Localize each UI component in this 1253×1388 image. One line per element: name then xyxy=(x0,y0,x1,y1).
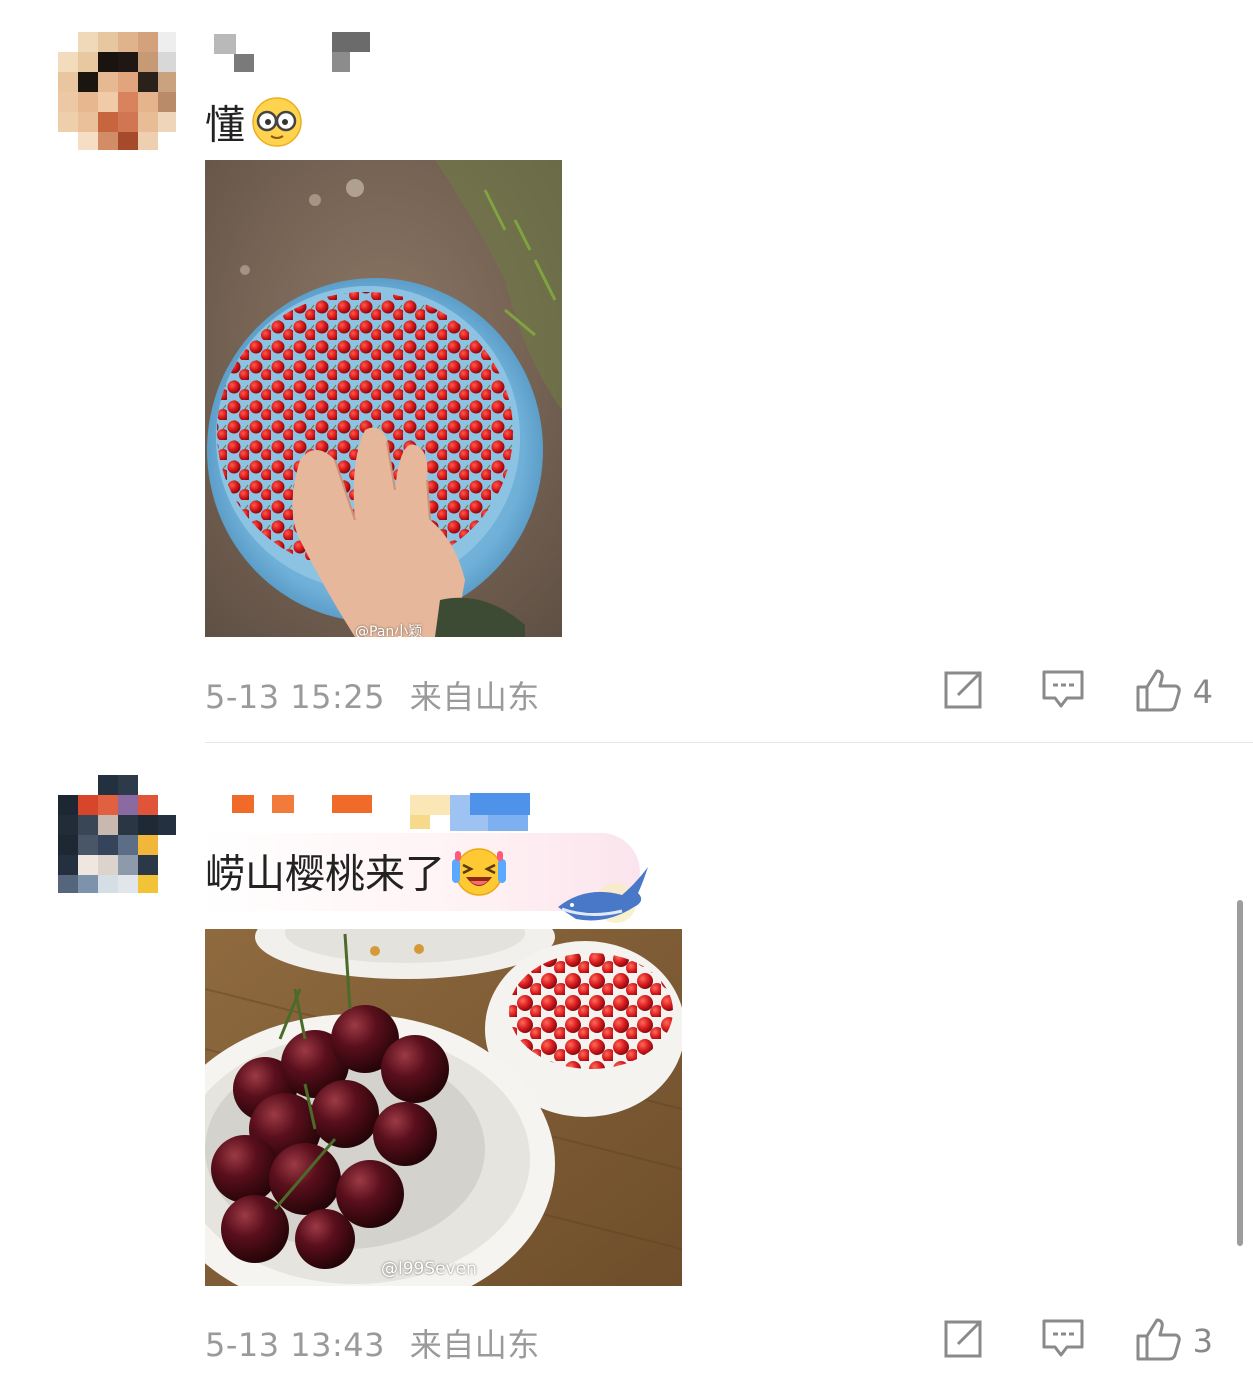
comment-button[interactable] xyxy=(1035,668,1091,716)
comment-meta: 5-13 15:25 来自山东 xyxy=(205,672,540,718)
comment-button[interactable] xyxy=(1035,1317,1091,1365)
comment-actions: 3 xyxy=(891,1317,1213,1365)
comment-text-content: 崂山樱桃来了 xyxy=(205,851,445,898)
repost-icon xyxy=(942,669,984,715)
thumbs-up-icon xyxy=(1135,1316,1183,1366)
comment-time: 5-13 13:43 xyxy=(205,1326,386,1364)
comment-photo[interactable]: @Pan小颖 xyxy=(205,160,562,637)
comment-item: 懂 @Pan小颖 5-13 15:25 来自山东 4 xyxy=(0,0,1253,745)
like-button[interactable]: 3 xyxy=(1135,1317,1213,1365)
like-button[interactable]: 4 xyxy=(1135,668,1213,716)
repost-icon xyxy=(942,1318,984,1364)
nerd-glasses-icon xyxy=(251,96,303,159)
repost-button[interactable] xyxy=(935,668,991,716)
like-count: 3 xyxy=(1192,1322,1213,1360)
comment-text: 懂 xyxy=(205,96,303,159)
comment-text-content: 懂 xyxy=(205,102,245,149)
avatar[interactable] xyxy=(58,775,176,893)
comment-location: 来自山东 xyxy=(409,678,540,716)
repost-button[interactable] xyxy=(935,1317,991,1365)
laughing-tears-icon xyxy=(451,845,507,908)
comment-text: 崂山樱桃来了 xyxy=(205,845,507,908)
whale-decoration-icon xyxy=(556,863,652,933)
scrollbar[interactable] xyxy=(1237,900,1243,1246)
photo-watermark: @l99Seven xyxy=(381,1259,477,1279)
comment-time: 5-13 15:25 xyxy=(205,678,386,716)
comment-item: 崂山樱桃来了 @l99Seven 5-13 13:43 来自山东 3 xyxy=(0,745,1253,1388)
comment-actions: 4 xyxy=(891,668,1213,716)
comment-icon xyxy=(1041,669,1085,715)
comment-photo[interactable]: @l99Seven xyxy=(205,929,682,1286)
comment-location: 来自山东 xyxy=(409,1326,540,1364)
like-count: 4 xyxy=(1192,673,1213,711)
comment-divider xyxy=(205,742,1253,743)
avatar[interactable] xyxy=(58,32,176,150)
photo-watermark: @Pan小颖 xyxy=(355,624,423,637)
comment-meta: 5-13 13:43 来自山东 xyxy=(205,1320,540,1366)
thumbs-up-icon xyxy=(1135,667,1183,717)
comment-icon xyxy=(1041,1318,1085,1364)
